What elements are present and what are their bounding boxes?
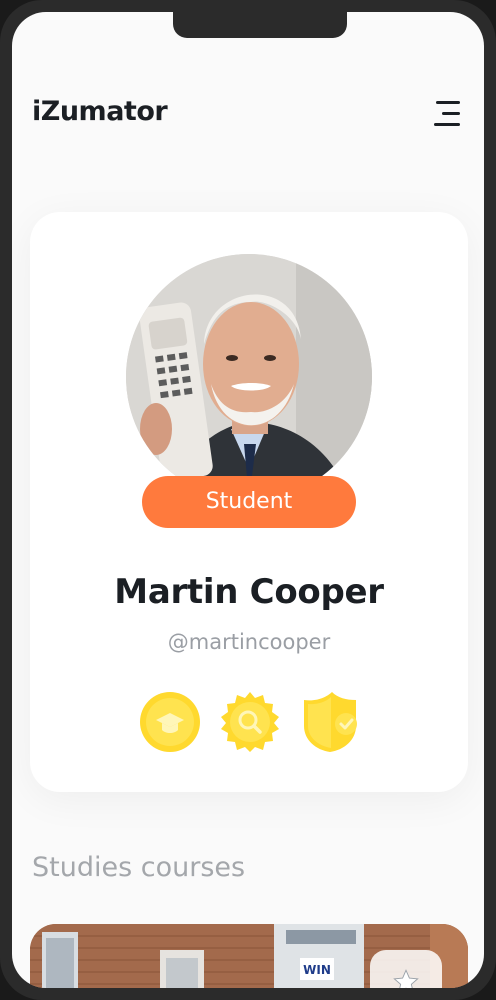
graduation-cap-badge-icon[interactable]	[138, 690, 202, 754]
app-header: iZumator	[12, 82, 484, 152]
avatar	[126, 254, 372, 500]
phone-notch	[173, 12, 347, 38]
app-logo[interactable]: iZumator	[32, 96, 168, 127]
avatar-photo	[126, 254, 372, 500]
menu-line	[436, 101, 460, 104]
check-shield-badge-icon[interactable]	[298, 690, 362, 754]
menu-line	[434, 123, 460, 126]
search-badge-icon[interactable]	[218, 690, 282, 754]
user-name: Martin Cooper	[114, 572, 384, 612]
course-sign-text: WIN	[303, 963, 331, 977]
star-icon	[393, 969, 419, 988]
menu-icon[interactable]	[430, 99, 464, 129]
profile-card: Student Martin Cooper @martincooper	[30, 212, 468, 792]
phone-frame: iZumator Student Martin Cooper @martinco…	[0, 0, 496, 1000]
menu-line	[442, 112, 460, 115]
user-handle[interactable]: @martincooper	[30, 630, 468, 654]
role-badge: Student	[142, 476, 356, 528]
achievement-badges	[138, 690, 378, 754]
course-card[interactable]: WIN	[30, 924, 468, 988]
section-title: Studies courses	[32, 852, 246, 883]
app-screen: iZumator Student Martin Cooper @martinco…	[12, 12, 484, 988]
favorite-button[interactable]	[370, 950, 442, 988]
